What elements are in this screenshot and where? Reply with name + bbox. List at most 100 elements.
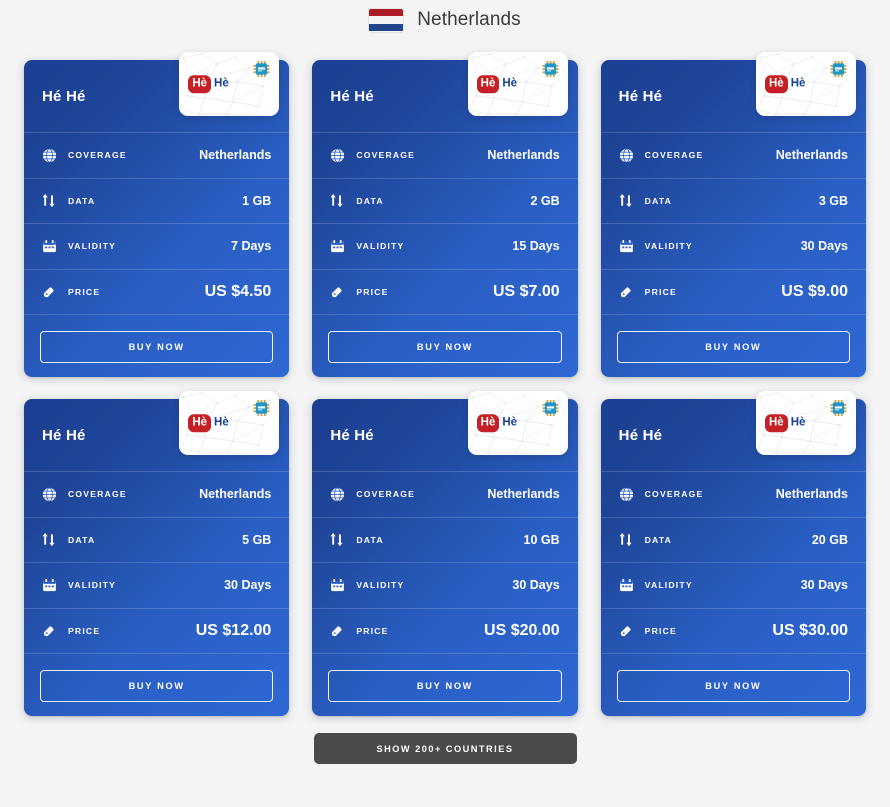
price-tag-icon <box>619 284 634 299</box>
plan-card-header: Hé Hé Hè Hè <box>24 391 289 471</box>
spec-row-data: DATA 2 GB <box>312 177 578 224</box>
buy-now-button[interactable]: BUY NOW <box>40 670 274 702</box>
buy-now-button[interactable]: BUY NOW <box>616 331 850 363</box>
buy-now-button[interactable]: BUY NOW <box>40 331 274 363</box>
spec-value-data: 20 GB <box>811 532 848 547</box>
brand-logo-tile: Hè Hè <box>179 391 280 455</box>
calendar-icon <box>619 239 634 254</box>
spec-label-validity: VALIDITY <box>68 241 117 252</box>
spec-value-validity: 30 Days <box>800 578 848 593</box>
spec-row-coverage: COVERAGE Netherlands <box>24 471 290 517</box>
plan-card-header: Hé Hé Hè Hè <box>312 52 577 132</box>
plan-card-header: Hé Hé Hè Hè <box>312 391 577 471</box>
spec-label-price: PRICE <box>68 625 101 636</box>
sim-chip-icon <box>542 61 559 77</box>
show-countries-button[interactable]: SHOW 200+ COUNTRIES <box>313 733 577 764</box>
spec-label-coverage: COVERAGE <box>68 150 127 161</box>
buy-now-button[interactable]: BUY NOW <box>616 670 850 702</box>
calendar-icon <box>42 239 57 254</box>
spec-value-price: US $30.00 <box>772 621 848 639</box>
price-tag-icon <box>330 623 345 638</box>
spec-value-validity: 30 Days <box>800 239 848 254</box>
plan-card-6[interactable]: Hé Hé Hè Hè COVERAGE Netherlands DATA 20… <box>600 391 866 716</box>
spec-value-price: US $12.00 <box>195 621 272 639</box>
calendar-icon <box>330 578 345 593</box>
spec-row-price: PRICE US $20.00 <box>312 607 578 654</box>
brand-logo-mark: Hè Hè <box>476 75 518 93</box>
calendar-icon <box>619 578 634 593</box>
spec-row-data: DATA 3 GB <box>600 177 866 224</box>
spec-value-price: US $9.00 <box>781 282 848 300</box>
spec-label-price: PRICE <box>644 286 677 297</box>
buy-now-wrapper: BUY NOW <box>24 653 290 702</box>
brand-word: Hè <box>214 77 229 90</box>
spec-value-coverage: Netherlands <box>487 487 560 502</box>
spec-value-validity: 15 Days <box>512 239 560 254</box>
plan-name: Hé Hé <box>42 87 86 105</box>
spec-value-coverage: Netherlands <box>199 148 272 163</box>
plan-name: Hé Hé <box>330 426 374 444</box>
price-tag-icon <box>42 284 57 299</box>
brand-badge: Hè <box>188 414 212 432</box>
spec-row-data: DATA 20 GB <box>600 516 866 563</box>
data-transfer-icon <box>42 532 57 547</box>
spec-row-data: DATA 5 GB <box>24 516 290 563</box>
plan-card-2[interactable]: Hé Hé Hè Hè COVERAGE Netherlands DATA 2 … <box>312 52 578 377</box>
brand-badge: Hè <box>476 414 500 432</box>
globe-icon <box>619 487 634 502</box>
buy-now-wrapper: BUY NOW <box>312 314 578 363</box>
buy-now-wrapper: BUY NOW <box>24 314 290 363</box>
netherlands-flag-icon <box>369 8 404 32</box>
plan-card-4[interactable]: Hé Hé Hè Hè COVERAGE Netherlands DATA 5 … <box>24 391 290 716</box>
plan-card-1[interactable]: Hé Hé Hè Hè COVERAGE Netherlands DATA 1 … <box>24 52 290 377</box>
sim-chip-icon <box>830 400 847 416</box>
spec-value-validity: 7 Days <box>231 239 272 254</box>
brand-logo-tile: Hè Hè <box>467 391 568 455</box>
price-tag-icon <box>42 623 57 638</box>
spec-row-coverage: COVERAGE Netherlands <box>312 471 578 517</box>
spec-value-coverage: Netherlands <box>199 487 272 502</box>
spec-label-coverage: COVERAGE <box>356 489 416 500</box>
footer-area: SHOW 200+ COUNTRIES <box>0 716 890 764</box>
spec-row-validity: VALIDITY 30 Days <box>312 562 578 608</box>
plan-card-5[interactable]: Hé Hé Hè Hè COVERAGE Netherlands DATA 10… <box>312 391 578 716</box>
spec-label-validity: VALIDITY <box>68 580 117 591</box>
data-transfer-icon <box>42 193 57 208</box>
brand-badge: Hè <box>765 414 788 432</box>
brand-logo-mark: Hè Hè <box>476 414 518 432</box>
brand-word: Hè <box>502 416 518 429</box>
plan-card-header: Hé Hé Hè Hè <box>601 391 866 471</box>
calendar-icon <box>330 239 345 254</box>
sim-chip-icon <box>542 400 559 416</box>
spec-value-coverage: Netherlands <box>775 487 848 502</box>
brand-word: Hè <box>502 77 518 90</box>
brand-logo-tile: Hè Hè <box>179 52 280 116</box>
data-transfer-icon <box>619 193 634 208</box>
buy-now-button[interactable]: BUY NOW <box>328 670 562 702</box>
plan-card-3[interactable]: Hé Hé Hè Hè COVERAGE Netherlands DATA 3 … <box>600 52 866 377</box>
plan-card-header: Hé Hé Hè Hè <box>24 52 289 132</box>
brand-badge: Hè <box>765 75 788 93</box>
brand-logo-mark: Hè Hè <box>188 75 229 93</box>
buy-now-button[interactable]: BUY NOW <box>328 331 562 363</box>
spec-label-price: PRICE <box>356 286 389 297</box>
spec-label-validity: VALIDITY <box>644 241 693 252</box>
plan-name: Hé Hé <box>330 87 374 105</box>
plan-name: Hé Hé <box>618 426 663 444</box>
spec-label-price: PRICE <box>644 625 677 636</box>
spec-value-validity: 30 Days <box>512 578 560 593</box>
spec-label-coverage: COVERAGE <box>356 150 416 161</box>
spec-value-data: 10 GB <box>523 532 560 547</box>
spec-value-coverage: Netherlands <box>775 148 848 163</box>
brand-badge: Hè <box>188 75 212 93</box>
globe-icon <box>330 148 345 163</box>
brand-logo-tile: Hè Hè <box>756 52 856 116</box>
spec-label-validity: VALIDITY <box>356 580 405 591</box>
brand-logo-mark: Hè Hè <box>765 414 805 432</box>
page-title: Netherlands <box>417 9 521 30</box>
spec-row-validity: VALIDITY 30 Days <box>600 223 866 269</box>
plans-grid: Hé Hé Hè Hè COVERAGE Netherlands DATA 1 … <box>0 40 890 716</box>
data-transfer-icon <box>619 532 634 547</box>
spec-label-coverage: COVERAGE <box>644 150 704 161</box>
spec-row-coverage: COVERAGE Netherlands <box>312 132 578 178</box>
